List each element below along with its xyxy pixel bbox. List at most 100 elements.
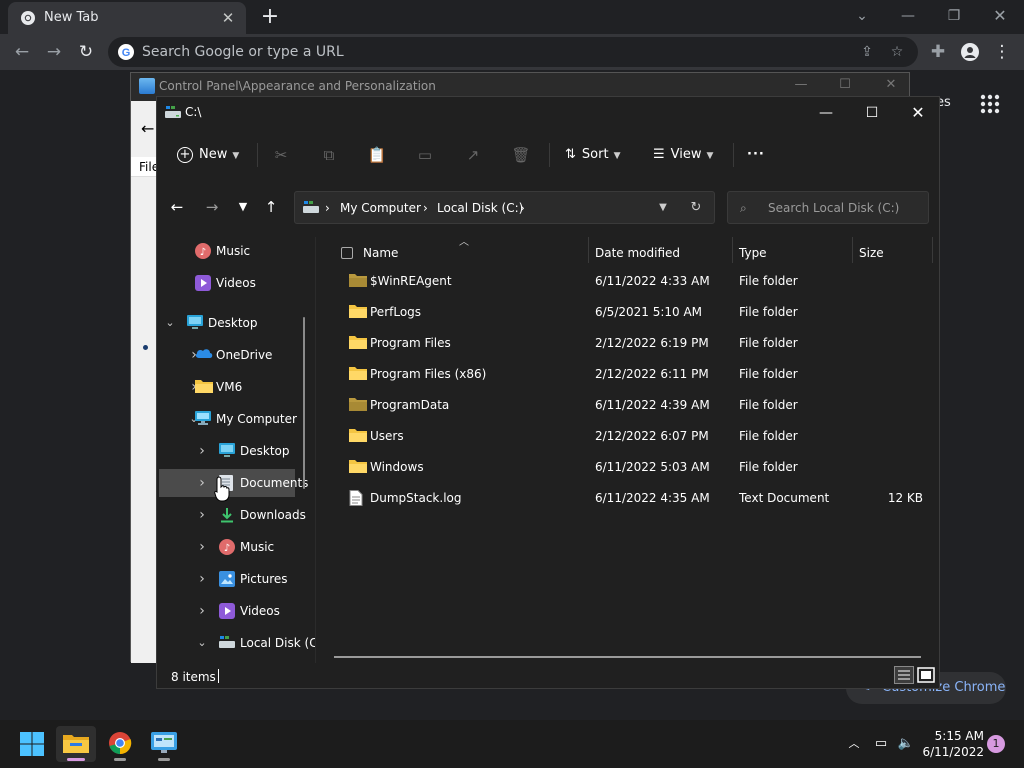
sidebar-item-desktop[interactable]: › Desktop <box>159 437 295 465</box>
explorer-close-icon[interactable]: ✕ <box>895 99 941 127</box>
chevron-right-icon[interactable]: › <box>195 476 209 490</box>
address-dropdown-icon[interactable]: ▼ <box>654 199 672 217</box>
sort-button[interactable]: ⇅ Sort ▼ <box>565 139 620 171</box>
apps-grid-icon[interactable] <box>980 94 1000 114</box>
share-icon[interactable]: ⇪ <box>858 43 876 61</box>
file-row[interactable]: $WinREAgent 6/11/2022 4:33 AM File folder <box>335 267 935 295</box>
chevron-right-icon[interactable]: › <box>195 540 209 554</box>
bookmark-star-icon[interactable]: ☆ <box>888 43 906 61</box>
sidebar-item-local-disk-c[interactable]: ⌄ Local Disk (C: <box>159 629 315 657</box>
sidebar-item-music[interactable]: ♪ Music <box>159 237 295 265</box>
omnibox-input[interactable] <box>142 37 842 67</box>
notification-badge[interactable]: 1 <box>987 735 1005 753</box>
paste-icon[interactable]: 📋 <box>365 143 389 167</box>
chevron-right-icon[interactable]: › <box>195 572 209 586</box>
back-icon[interactable]: ← <box>8 38 36 66</box>
file-row[interactable]: Program Files 2/12/2022 6:19 PM File folde… <box>335 329 935 357</box>
share-icon[interactable]: ↗ <box>461 143 485 167</box>
column-separator[interactable] <box>852 237 853 263</box>
taskbar-file-explorer[interactable] <box>56 726 96 762</box>
file-row[interactable]: ProgramData 6/11/2022 4:39 AM File folder <box>335 391 935 419</box>
pane-divider[interactable] <box>315 237 316 663</box>
file-row[interactable]: Program Files (x86) 2/12/2022 6:11 PM File… <box>335 360 935 388</box>
cp-minimize-icon[interactable]: — <box>781 77 821 97</box>
navigation-pane[interactable]: ♪ Music Videos ⌄ Desktop › OneDrive › VM6 ⌄ My Com… <box>157 237 315 663</box>
cp-menu-file[interactable]: File <box>131 157 159 177</box>
search-box[interactable]: ⌕ <box>727 191 929 224</box>
search-input[interactable] <box>768 192 923 223</box>
extensions-icon[interactable]: ✚ <box>924 38 952 66</box>
column-separator[interactable] <box>588 237 589 263</box>
breadcrumb-my-computer[interactable]: My Computer <box>340 201 421 215</box>
tab-search-icon[interactable]: ⌄ <box>840 2 884 30</box>
column-header-type[interactable]: Type <box>739 241 767 265</box>
refresh-icon[interactable]: ↻ <box>687 199 705 217</box>
nav-back-icon[interactable]: ← <box>163 193 191 221</box>
more-options-button[interactable]: ··· <box>747 139 765 171</box>
delete-icon[interactable]: 🗑 <box>509 143 533 167</box>
column-header-size[interactable]: Size <box>859 241 884 265</box>
chevron-right-icon[interactable]: › <box>195 444 209 458</box>
tab-new-tab[interactable]: New Tab ✕ <box>8 2 246 34</box>
sidebar-item-videos[interactable]: › Videos <box>159 597 295 625</box>
system-clock[interactable]: 5:15 AM 6/11/2022 <box>920 728 984 760</box>
file-row[interactable]: Users 2/12/2022 6:07 PM File folder <box>335 422 935 450</box>
chevron-down-icon[interactable]: ⌄ <box>195 636 209 650</box>
close-icon[interactable]: ✕ <box>978 2 1022 30</box>
sidebar-scrollbar[interactable] <box>303 317 305 489</box>
chevron-down-icon[interactable]: ⌄ <box>163 316 177 330</box>
column-separator[interactable] <box>932 237 933 263</box>
rename-icon[interactable]: ▭ <box>413 143 437 167</box>
taskbar-control-panel[interactable] <box>144 726 184 762</box>
start-button[interactable] <box>12 726 52 762</box>
breadcrumb-local-disk[interactable]: Local Disk (C:) <box>437 201 523 215</box>
select-all-checkbox[interactable] <box>341 247 353 259</box>
chevron-right-icon[interactable]: › <box>195 604 209 618</box>
tab-close-icon[interactable]: ✕ <box>218 8 238 28</box>
profile-avatar[interactable] <box>956 38 984 66</box>
sidebar-item-onedrive[interactable]: › OneDrive <box>159 341 295 369</box>
cut-icon[interactable]: ✂ <box>269 143 293 167</box>
network-icon[interactable]: ▭ <box>871 734 891 754</box>
copy-icon[interactable]: ⧉ <box>317 143 341 167</box>
forward-icon[interactable]: → <box>40 38 68 66</box>
reload-icon[interactable]: ↻ <box>72 38 100 66</box>
file-row[interactable]: PerfLogs 6/5/2021 5:10 AM File folder <box>335 298 935 326</box>
chevron-right-icon[interactable]: › <box>195 508 209 522</box>
file-row[interactable]: Windows 6/11/2022 5:03 AM File folder <box>335 453 935 481</box>
omnibox[interactable]: G ⇪ ☆ <box>108 37 918 67</box>
new-button[interactable]: + New ▼ <box>177 139 239 171</box>
address-bar[interactable]: › My Computer › Local Disk (C:) › ▼ ↻ <box>294 191 715 224</box>
tiles-view-icon[interactable] <box>916 666 936 684</box>
details-view-icon[interactable] <box>894 666 914 684</box>
volume-icon[interactable]: 🔈 <box>896 734 916 754</box>
minimize-icon[interactable]: — <box>886 2 930 30</box>
sidebar-item-downloads[interactable]: › Downloads <box>159 501 306 529</box>
show-hidden-icons[interactable]: ︿ <box>844 734 864 754</box>
restore-icon[interactable]: ❐ <box>932 2 976 30</box>
horizontal-scrollbar[interactable] <box>334 656 921 658</box>
sidebar-item-desktop[interactable]: ⌄ Desktop <box>159 309 295 337</box>
explorer-maximize-icon[interactable]: ☐ <box>849 99 895 127</box>
recent-locations-icon[interactable]: ▼ <box>229 193 257 221</box>
sidebar-item-videos[interactable]: Videos <box>159 269 295 297</box>
column-header-name[interactable]: Name <box>335 241 585 265</box>
file-explorer-window[interactable]: C:\ — ☐ ✕ + New ▼ ✂ ⧉ 📋 ▭ ↗ 🗑 ⇅ Sort ▼ ☰ View… <box>156 96 940 689</box>
explorer-minimize-icon[interactable]: — <box>803 99 849 127</box>
nav-up-icon[interactable]: ↑ <box>257 193 285 221</box>
sidebar-item-music[interactable]: › ♪ Music <box>159 533 295 561</box>
cp-close-icon[interactable]: ✕ <box>871 77 911 97</box>
cp-back-icon[interactable]: ← <box>141 119 154 138</box>
explorer-titlebar[interactable]: C:\ — ☐ ✕ <box>157 97 939 129</box>
nav-forward-icon[interactable]: → <box>198 193 226 221</box>
column-separator[interactable] <box>732 237 733 263</box>
sidebar-item-pictures[interactable]: › Pictures <box>159 565 295 593</box>
view-button[interactable]: ☰ View ▼ <box>653 139 713 171</box>
sidebar-item-vm6[interactable]: › VM6 <box>159 373 295 401</box>
menu-kebab-icon[interactable]: ⋮ <box>988 38 1016 66</box>
column-header-date[interactable]: Date modified <box>595 241 680 265</box>
new-tab-button[interactable]: + <box>256 4 284 30</box>
taskbar-chrome[interactable] <box>100 726 140 762</box>
file-row[interactable]: DumpStack.log 6/11/2022 4:35 AM Text Docum… <box>335 484 935 512</box>
cp-maximize-icon[interactable]: ☐ <box>825 77 865 97</box>
